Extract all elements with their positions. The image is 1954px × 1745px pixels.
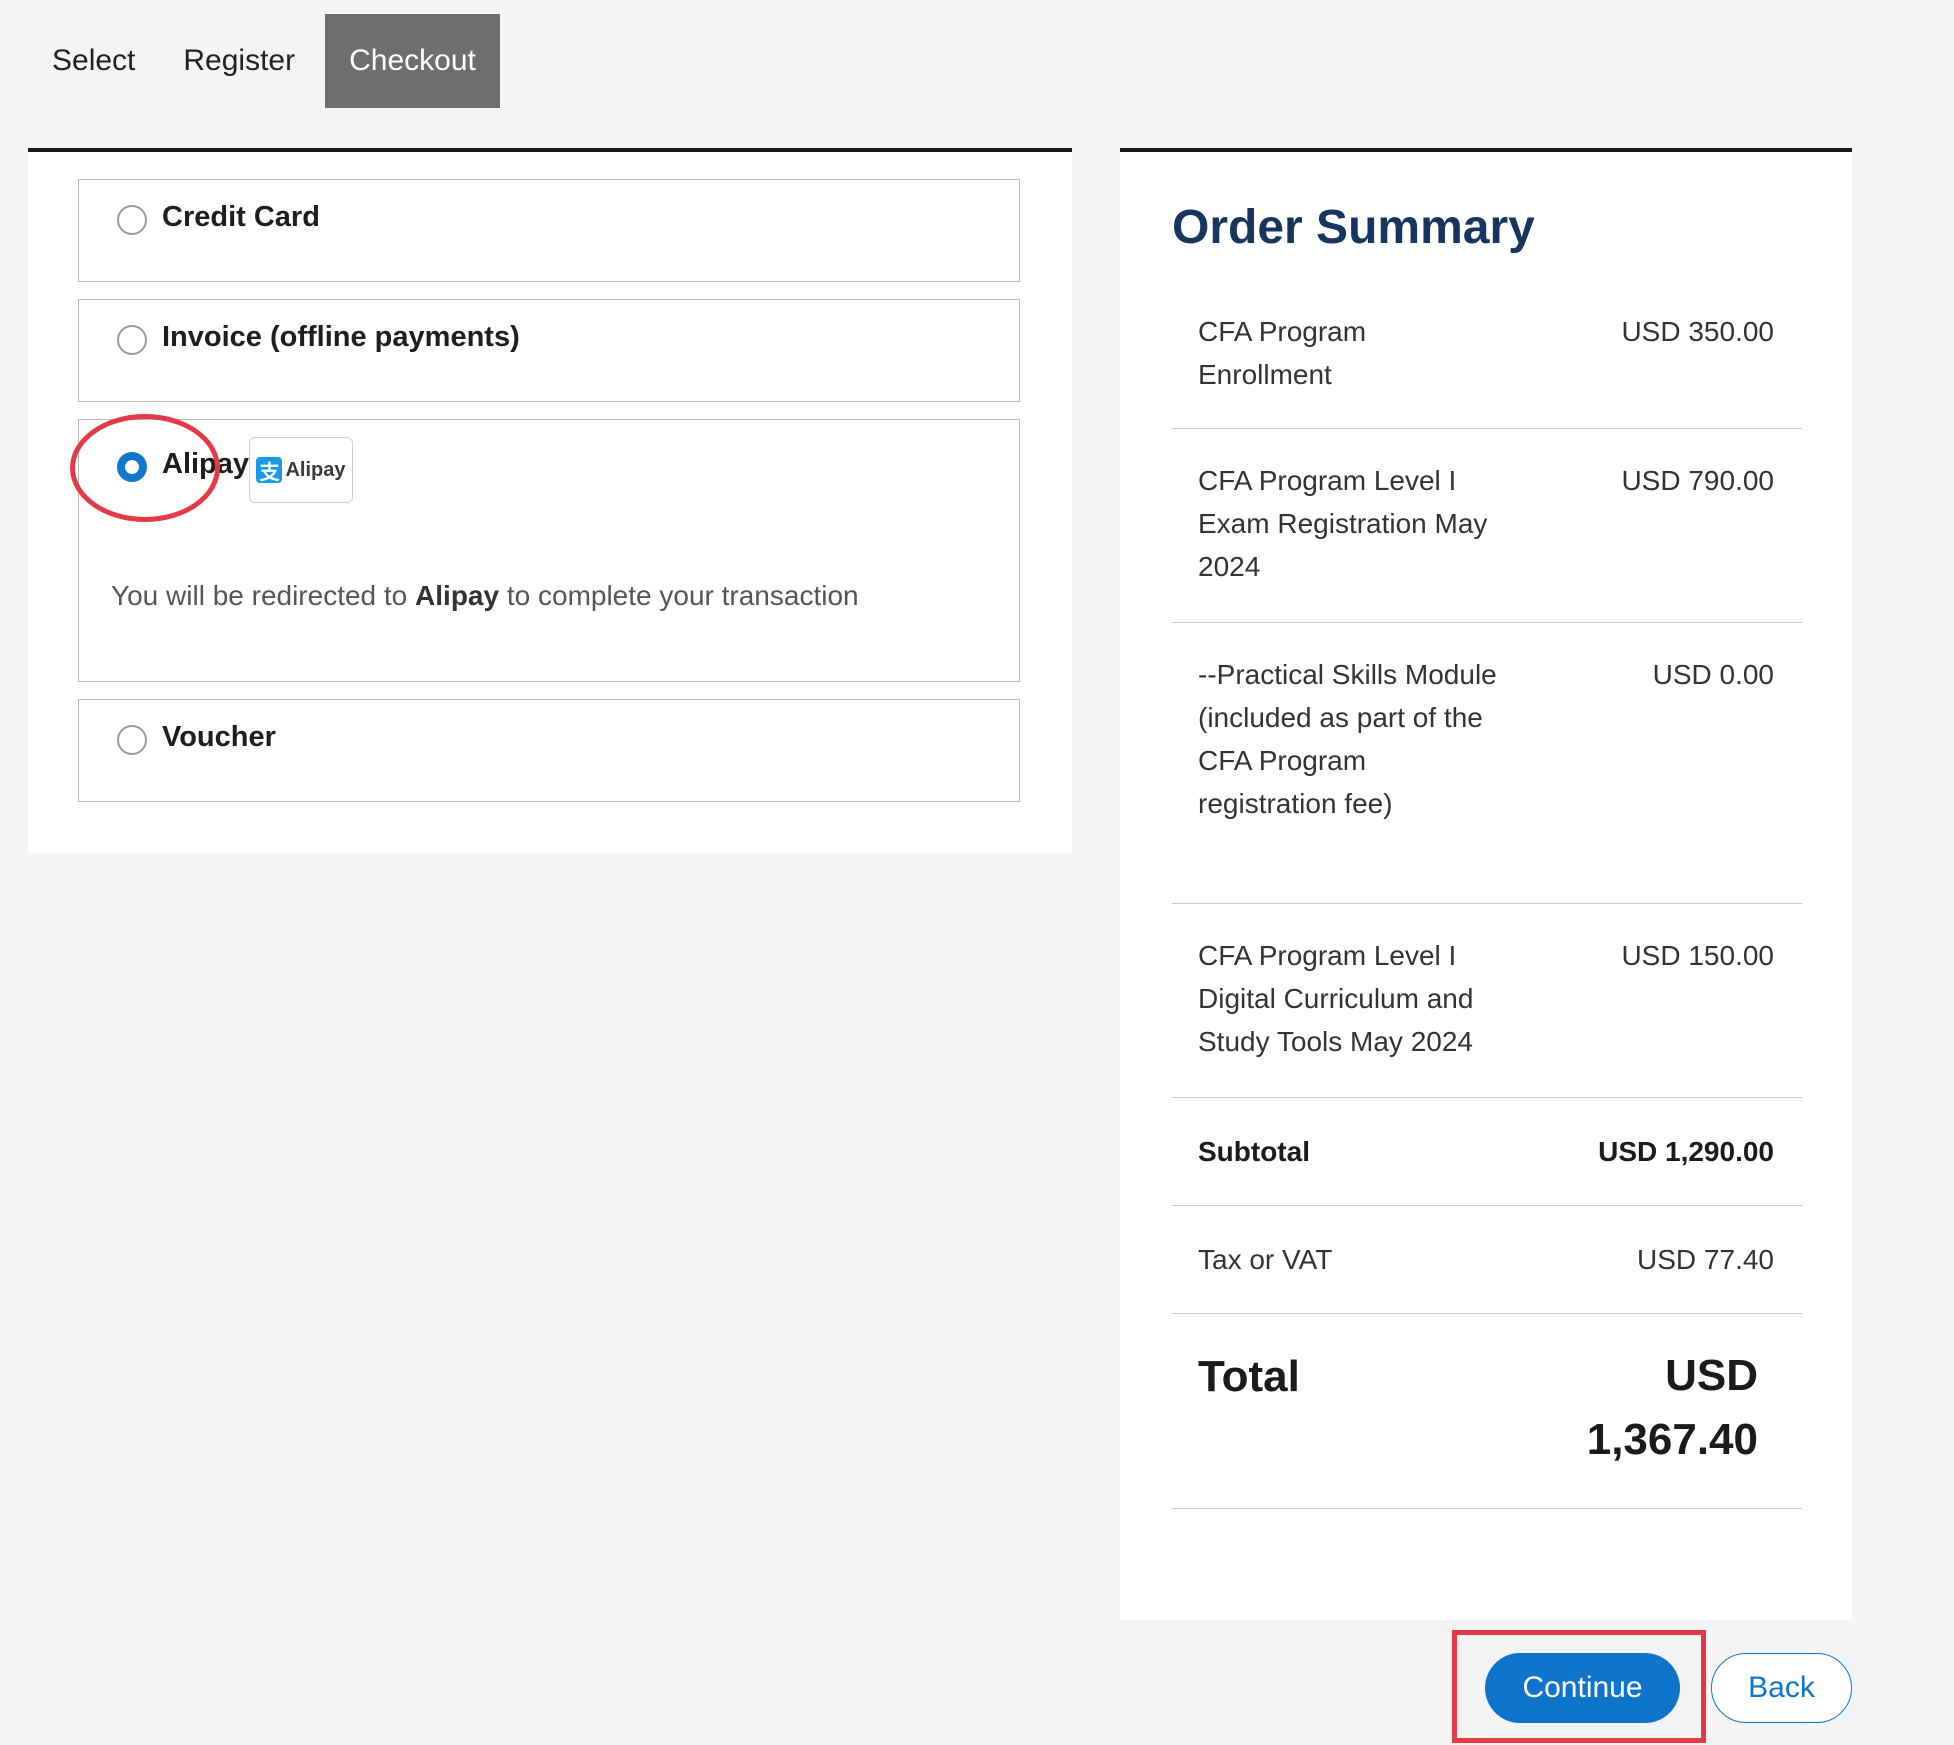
invoice-label: Invoice (offline payments) [162,321,520,353]
step-register[interactable]: Register [159,14,319,108]
alipay-radio[interactable] [117,452,147,482]
subtotal-value: USD 1,290.00 [1598,1136,1774,1167]
summary-row: CFA Program Enrollment USD 350.00 [1172,288,1802,429]
credit-card-radio[interactable] [117,205,147,235]
payment-option-voucher[interactable]: Voucher [78,699,1020,802]
total-value: USD 1,367.40 [1586,1351,1758,1464]
back-button[interactable]: Back [1711,1653,1852,1723]
tax-label: Tax or VAT [1198,1244,1333,1275]
summary-total-row: Total USD 1,367.40 [1172,1314,1802,1509]
alipay-redirect-note: You will be redirected to Alipay to comp… [111,580,859,612]
summary-item-label: --Practical Skills Module (included as p… [1198,659,1497,819]
checkout-steps: Select Register Checkout [28,14,500,108]
summary-item-value: USD 790.00 [1621,465,1774,496]
alipay-label: Alipay [162,448,250,480]
voucher-radio[interactable] [117,725,147,755]
voucher-label: Voucher [162,721,276,753]
summary-row: CFA Program Level I Exam Registration Ma… [1172,429,1802,623]
continue-button[interactable]: Continue [1485,1653,1680,1723]
step-select[interactable]: Select [28,14,159,108]
payment-option-alipay[interactable]: Alipay 支 Alipay You will be redirected t… [78,419,1020,682]
redirect-suffix: to complete your transaction [506,580,859,611]
checkout-page: Select Register Checkout Credit Card Inv… [0,0,1954,1745]
alipay-mark-icon: 支 [256,457,283,484]
redirect-prefix: You will be redirected to [111,580,408,611]
summary-tax-row: Tax or VAT USD 77.40 [1172,1206,1802,1314]
summary-item-label: CFA Program Level I Exam Registration Ma… [1198,465,1488,582]
summary-row: --Practical Skills Module (included as p… [1172,623,1802,904]
tax-value: USD 77.40 [1637,1244,1774,1275]
alipay-logo: 支 Alipay [249,437,353,503]
payment-method-panel: Credit Card Invoice (offline payments) A… [28,148,1072,853]
credit-card-label: Credit Card [162,201,320,233]
order-summary: Order Summary CFA Program Enrollment USD… [1120,148,1852,1620]
summary-item-value: USD 150.00 [1621,940,1774,971]
summary-row: CFA Program Level I Digital Curriculum a… [1172,904,1802,1098]
redirect-target: Alipay [415,580,500,611]
payment-option-credit-card[interactable]: Credit Card [78,179,1020,282]
payment-option-invoice[interactable]: Invoice (offline payments) [78,299,1020,402]
summary-item-label: CFA Program Level I Digital Curriculum a… [1198,940,1474,1057]
summary-item-value: USD 350.00 [1621,316,1774,347]
summary-item-label: CFA Program Enrollment [1198,316,1367,390]
invoice-radio[interactable] [117,325,147,355]
summary-item-value: USD 0.00 [1652,659,1774,690]
alipay-logo-text: Alipay [285,458,346,481]
summary-subtotal-row: Subtotal USD 1,290.00 [1172,1098,1802,1206]
order-summary-title: Order Summary [1172,201,1535,254]
step-checkout[interactable]: Checkout [325,14,500,108]
total-label: Total [1198,1352,1300,1401]
subtotal-label: Subtotal [1198,1136,1310,1167]
